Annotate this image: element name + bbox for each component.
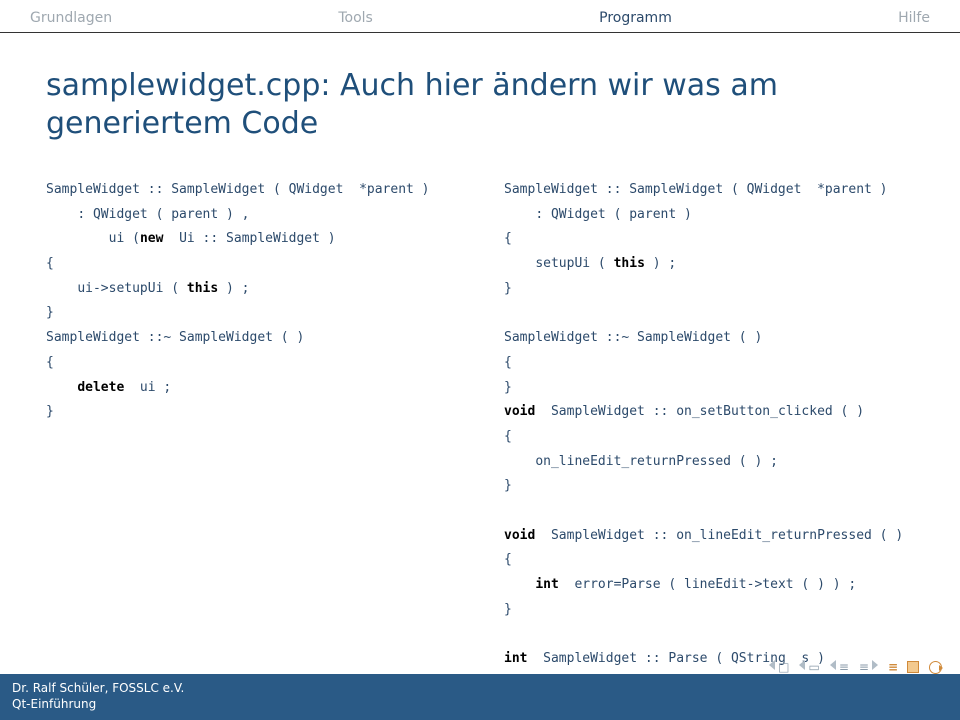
- top-nav: Grundlagen Tools Programm Hilfe: [0, 0, 960, 32]
- nav-prev-sub-icon[interactable]: ≡: [830, 660, 849, 674]
- footer-talk: Qt-Einführung: [12, 696, 948, 712]
- code-right-col: SampleWidget :: SampleWidget ( QWidget *…: [504, 178, 914, 720]
- code-left-col: SampleWidget :: SampleWidget ( QWidget *…: [46, 178, 476, 720]
- nav-presenter-icon[interactable]: [907, 661, 919, 673]
- beamer-nav-icons: □ ▭ ≡ ≡ ≡: [769, 660, 942, 674]
- nav-first-icon[interactable]: □: [769, 660, 789, 674]
- nav-item-programm[interactable]: Programm: [597, 6, 674, 32]
- footer-author: Dr. Ralf Schüler, FOSSLC e.V.: [12, 680, 948, 696]
- nav-prev-icon[interactable]: ▭: [799, 660, 819, 674]
- code-left: SampleWidget :: SampleWidget ( QWidget *…: [46, 178, 476, 425]
- slide-title: samplewidget.cpp: Auch hier ändern wir w…: [46, 67, 914, 142]
- nav-next-sub-icon[interactable]: ≡: [859, 660, 878, 674]
- footer: Dr. Ralf Schüler, FOSSLC e.V. Qt-Einführ…: [0, 674, 960, 720]
- slide-body: samplewidget.cpp: Auch hier ändern wir w…: [0, 33, 960, 720]
- code-columns: SampleWidget :: SampleWidget ( QWidget *…: [46, 178, 914, 720]
- nav-item-hilfe[interactable]: Hilfe: [896, 6, 932, 32]
- nav-item-tools[interactable]: Tools: [336, 6, 375, 32]
- nav-loop-icon[interactable]: [929, 661, 942, 674]
- nav-outline-icon[interactable]: ≡: [888, 660, 897, 674]
- code-right: SampleWidget :: SampleWidget ( QWidget *…: [504, 178, 914, 720]
- nav-item-grundlagen[interactable]: Grundlagen: [28, 6, 114, 32]
